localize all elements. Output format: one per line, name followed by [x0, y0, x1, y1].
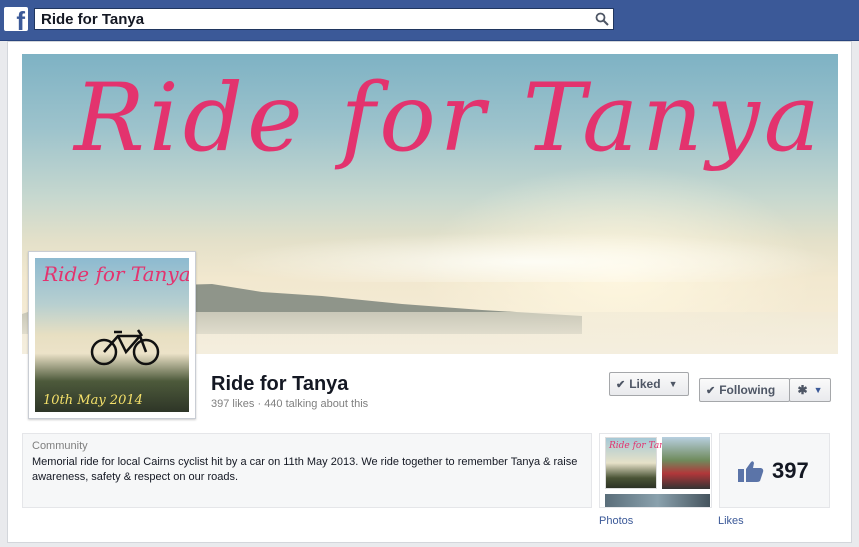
page-category[interactable]: Community: [32, 440, 582, 452]
search-query[interactable]: Ride for Tanya: [41, 11, 144, 28]
profile-picture-title: Ride for Tanya: [43, 262, 189, 286]
photos-link[interactable]: Photos: [599, 515, 633, 527]
page-stats: 397 likes · 440 talking about this: [211, 398, 369, 410]
check-icon: ✔: [706, 384, 716, 397]
settings-button[interactable]: ✱ ▼: [789, 378, 831, 402]
page-description: Memorial ride for local Cairns cyclist h…: [32, 456, 578, 483]
photo-thumbnail[interactable]: [662, 437, 710, 489]
following-label: Following: [719, 383, 776, 397]
likes-link[interactable]: Likes: [718, 515, 744, 527]
top-bar: f Ride for Tanya: [0, 0, 859, 41]
timeline-header: Ride for Tanya Ride for Tanya 10th May 2…: [7, 41, 852, 543]
facebook-logo[interactable]: f: [4, 7, 28, 34]
cover-title: Ride for Tanya: [74, 64, 824, 173]
chevron-down-icon: ▼: [813, 385, 823, 395]
chevron-down-icon: ▼: [668, 379, 678, 389]
bicycle-icon: [90, 329, 160, 366]
thumbs-up-icon: [738, 461, 764, 482]
profile-picture-date: 10th May 2014: [43, 393, 143, 408]
page-container: Ride for Tanya Ride for Tanya 10th May 2…: [7, 41, 852, 547]
liked-button[interactable]: ✔ Liked ▼: [609, 372, 689, 396]
blank-area: [38, 512, 182, 532]
photos-app-tile[interactable]: Ride for Tanya: [599, 433, 712, 508]
likes-count: 397: [772, 458, 809, 483]
photo-thumbnail[interactable]: Ride for Tanya: [605, 437, 675, 489]
search-icon[interactable]: [595, 12, 609, 26]
about-box: Community Memorial ride for local Cairns…: [22, 433, 592, 508]
gear-icon: ✱: [797, 383, 808, 397]
check-icon: ✔: [616, 378, 626, 391]
likes-app-tile[interactable]: 397: [719, 433, 830, 508]
following-button[interactable]: ✔ Following: [699, 378, 790, 402]
profile-picture[interactable]: Ride for Tanya 10th May 2014: [28, 251, 196, 419]
page-title[interactable]: Ride for Tanya: [211, 373, 348, 396]
photo-thumbnail[interactable]: [605, 494, 710, 507]
search-input[interactable]: Ride for Tanya: [34, 8, 614, 30]
liked-label: Liked: [629, 377, 661, 391]
profile-picture-image: Ride for Tanya 10th May 2014: [35, 258, 189, 412]
